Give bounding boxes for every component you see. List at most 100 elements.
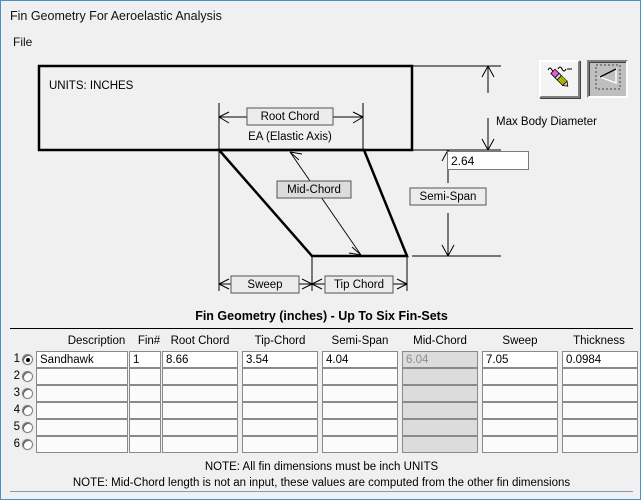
max-body-diameter-dimension — [412, 65, 501, 151]
cell-fin-number-row2[interactable] — [129, 368, 161, 385]
row-select-radio-1[interactable] — [22, 354, 33, 365]
draw-pencil-button[interactable] — [539, 60, 580, 98]
row-select-radio-4[interactable] — [22, 405, 33, 416]
row-number-5: 5 — [13, 421, 20, 433]
column-header-root-chord: Root Chord — [170, 335, 230, 347]
row-select-radio-3[interactable] — [22, 388, 33, 399]
mid-chord-label: Mid-Chord — [287, 184, 341, 196]
cell-root-chord-row6[interactable] — [162, 436, 238, 453]
cell-description-row4[interactable] — [36, 402, 128, 419]
column-header-mid-chord: Mid-Chord — [413, 335, 467, 347]
cell-description-row6[interactable] — [36, 436, 128, 453]
cell-mid-chord-row2 — [402, 368, 478, 385]
column-header-tip-chord: Tip-Chord — [254, 335, 306, 347]
units-label: UNITS: INCHES — [49, 80, 134, 92]
fin-table: Description Fin# Root Chord Tip-Chord Se… — [1, 335, 641, 453]
column-header-sweep: Sweep — [502, 335, 538, 347]
cell-semi-span-row2[interactable] — [322, 368, 398, 385]
fin-shape-button[interactable] — [587, 60, 628, 98]
application-window: Fin Geometry For Aeroelastic Analysis Fi… — [0, 0, 641, 500]
cell-mid-chord-row3 — [402, 385, 478, 402]
fin-geometry-table-panel: Fin Geometry (inches) - Up To Six Fin-Se… — [1, 301, 641, 499]
cell-thickness-row1[interactable] — [562, 351, 638, 368]
table-row: 5 — [1, 419, 641, 436]
cell-fin-number-row3[interactable] — [129, 385, 161, 402]
menu-item-file[interactable]: File — [10, 34, 35, 50]
cell-semi-span-row6[interactable] — [322, 436, 398, 453]
table-row: 3 — [1, 385, 641, 402]
cell-root-chord-row3[interactable] — [162, 385, 238, 402]
mid-chord-dimension — [289, 151, 362, 256]
row-number-6: 6 — [13, 438, 20, 450]
column-header-thickness: Thickness — [573, 335, 625, 347]
root-chord-label: Root Chord — [261, 111, 320, 123]
cell-root-chord-row4[interactable] — [162, 402, 238, 419]
cell-fin-number-row5[interactable] — [129, 419, 161, 436]
cell-mid-chord-row4 — [402, 402, 478, 419]
cell-fin-number-row6[interactable] — [129, 436, 161, 453]
cell-semi-span-row5[interactable] — [322, 419, 398, 436]
fin-planform-outline — [216, 148, 409, 258]
cell-root-chord-row2[interactable] — [162, 368, 238, 385]
cell-semi-span-row3[interactable] — [322, 385, 398, 402]
row-select-radio-6[interactable] — [22, 439, 33, 450]
cell-thickness-row6[interactable] — [562, 436, 638, 453]
cell-sweep-row1[interactable] — [482, 351, 558, 368]
row-select-radio-2[interactable] — [22, 371, 33, 382]
cell-description-row3[interactable] — [36, 385, 128, 402]
cell-semi-span-row1[interactable] — [322, 351, 398, 368]
body-tube-outline — [37, 64, 414, 152]
row-number-3: 3 — [13, 387, 20, 399]
cell-tip-chord-row2[interactable] — [242, 368, 318, 385]
sweep-label: Sweep — [247, 279, 282, 291]
cell-root-chord-row1[interactable] — [162, 351, 238, 368]
note-mid-chord: NOTE: Mid-Chord length is not an input, … — [72, 477, 571, 489]
cell-thickness-row4[interactable] — [562, 402, 638, 419]
max-body-diameter-input[interactable] — [447, 151, 529, 170]
cell-root-chord-row5[interactable] — [162, 419, 238, 436]
cell-mid-chord-row6 — [402, 436, 478, 453]
table-body: 1 2 3 4 5 6 — [1, 351, 641, 453]
row-number-1: 1 — [13, 353, 20, 365]
cell-semi-span-row4[interactable] — [322, 402, 398, 419]
sweep-tipchord-dimension — [218, 150, 408, 291]
table-divider-top — [10, 328, 633, 329]
row-number-2: 2 — [13, 370, 20, 382]
note-units: NOTE: All fin dimensions must be inch UN… — [204, 461, 439, 473]
cell-tip-chord-row6[interactable] — [242, 436, 318, 453]
window-title: Fin Geometry For Aeroelastic Analysis — [10, 9, 222, 23]
cell-sweep-row6[interactable] — [482, 436, 558, 453]
table-row: 2 — [1, 368, 641, 385]
cell-thickness-row2[interactable] — [562, 368, 638, 385]
cell-sweep-row5[interactable] — [482, 419, 558, 436]
elastic-axis-label: EA (Elastic Axis) — [248, 131, 332, 143]
cell-sweep-row3[interactable] — [482, 385, 558, 402]
cell-description-row1[interactable] — [36, 351, 128, 368]
fin-triangle-icon — [595, 64, 620, 90]
cell-description-row2[interactable] — [36, 368, 128, 385]
cell-thickness-row3[interactable] — [562, 385, 638, 402]
cell-fin-number-row1[interactable] — [129, 351, 161, 368]
row-select-radio-5[interactable] — [22, 422, 33, 433]
max-body-diameter-label: Max Body Diameter — [496, 116, 597, 128]
cell-fin-number-row4[interactable] — [129, 402, 161, 419]
column-header-semi-span: Semi-Span — [331, 335, 389, 347]
cell-description-row5[interactable] — [36, 419, 128, 436]
cell-sweep-row2[interactable] — [482, 368, 558, 385]
radio-dot — [25, 357, 30, 362]
table-row: 6 — [1, 436, 641, 453]
cell-tip-chord-row3[interactable] — [242, 385, 318, 402]
row-number-4: 4 — [13, 404, 20, 416]
menu-bar: File — [1, 33, 640, 51]
cell-tip-chord-row1[interactable] — [242, 351, 318, 368]
fin-geometry-diagram: Root Chord EA (Elastic Axis) UNITS: INCH… — [1, 53, 641, 301]
cell-sweep-row4[interactable] — [482, 402, 558, 419]
cell-thickness-row5[interactable] — [562, 419, 638, 436]
tip-chord-label: Tip Chord — [334, 279, 384, 291]
title-bar: Fin Geometry For Aeroelastic Analysis — [1, 1, 640, 33]
table-row: 1 — [1, 351, 641, 368]
cell-tip-chord-row4[interactable] — [242, 402, 318, 419]
panel-divider-bottom — [10, 491, 633, 492]
pencil-icon — [547, 66, 572, 87]
cell-tip-chord-row5[interactable] — [242, 419, 318, 436]
